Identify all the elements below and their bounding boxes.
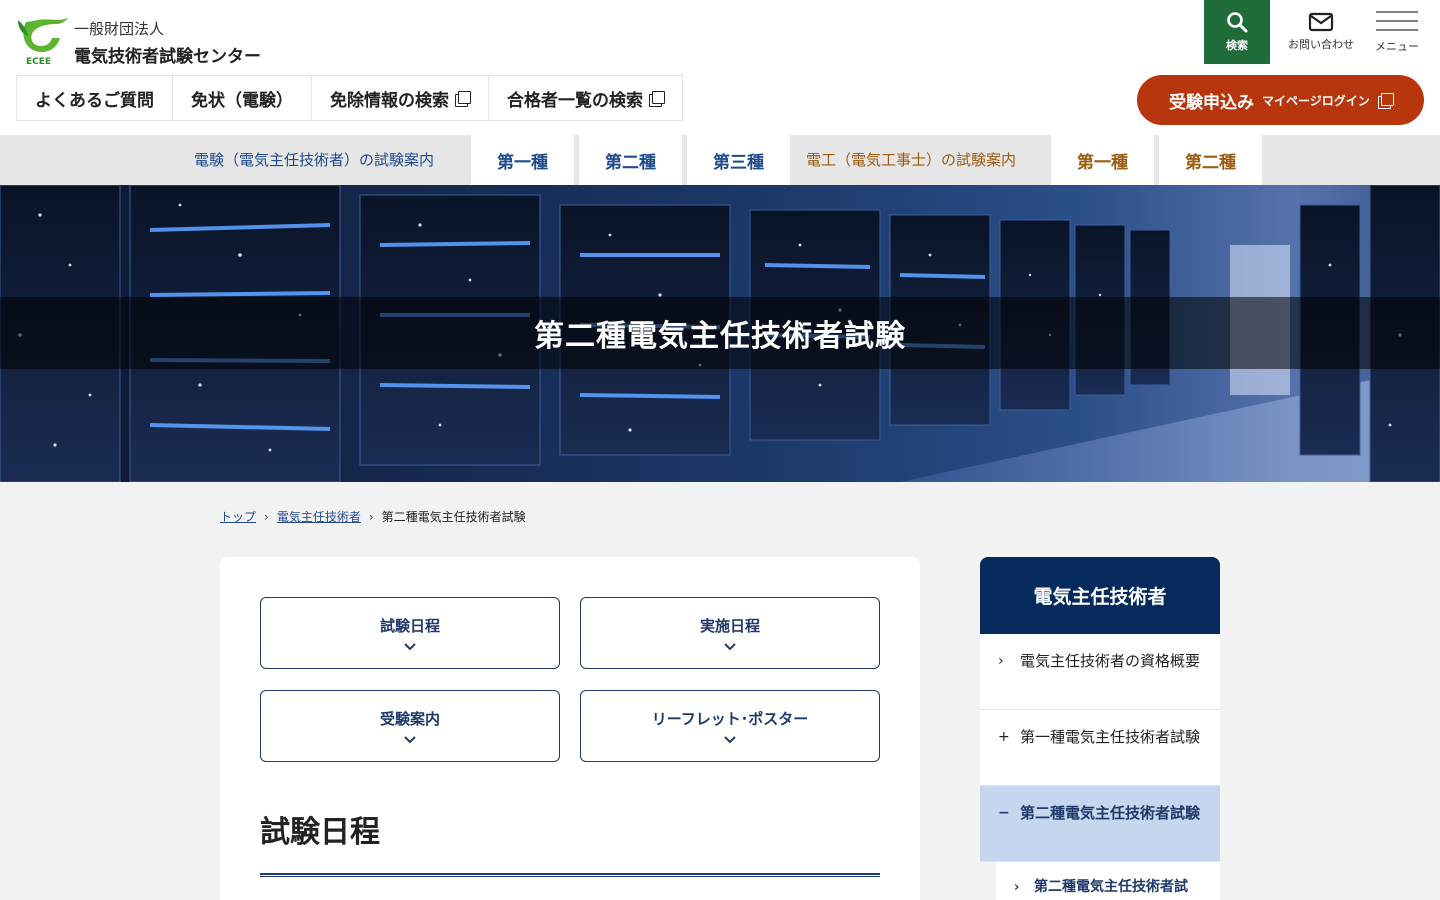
- nav-license-label: 免状（電験）: [191, 90, 293, 111]
- menu-button[interactable]: メニュー: [1368, 0, 1426, 64]
- anchor-exam-guide[interactable]: 受験案内: [260, 690, 560, 762]
- sidebar-item-label: 電気主任技術者の資格概要: [1020, 652, 1201, 670]
- denko-guide-link[interactable]: 電工（電気工事士）の試験案内: [806, 135, 1016, 185]
- nav-passers-search[interactable]: 合格者一覧の検索: [489, 76, 682, 120]
- apply-main-label: 受験申込み: [1169, 92, 1254, 113]
- tab-denken-3[interactable]: 第三種: [687, 135, 790, 185]
- contact-label: お問い合わせ: [1288, 38, 1354, 51]
- sidebar-item-second-class[interactable]: − 第二種電気主任技術者試験: [980, 786, 1220, 862]
- mail-icon: [1308, 12, 1334, 32]
- denken-guide-link[interactable]: 電験（電気主任技術者）の試験案内: [194, 135, 434, 185]
- nav-faq-label: よくあるご質問: [35, 90, 154, 111]
- anchor-label: リーフレット･ポスター: [651, 710, 809, 728]
- chevron-right-icon: ›: [1014, 880, 1020, 895]
- external-link-icon: [649, 90, 665, 107]
- hamburger-menu-icon: [1376, 11, 1418, 31]
- chevron-down-icon: [404, 643, 416, 651]
- breadcrumb: トップ › 電気主任技術者 › 第二種電気主任技術者試験: [220, 508, 526, 525]
- org-name[interactable]: 電気技術者試験センター: [74, 42, 261, 67]
- breadcrumb-parent[interactable]: 電気主任技術者: [277, 508, 361, 525]
- page-title: 第二種電気主任技術者試験: [534, 319, 906, 354]
- apply-mypage-button[interactable]: 受験申込み マイページログイン: [1137, 75, 1424, 125]
- sidebar-subitem-second-class-exam[interactable]: › 第二種電気主任技術者試: [996, 862, 1220, 900]
- contact-button[interactable]: お問い合わせ: [1282, 0, 1360, 64]
- nav-exemption-search-label: 免除情報の検索: [330, 90, 449, 111]
- section-divider: [260, 873, 880, 877]
- tab-denken-1[interactable]: 第一種: [471, 135, 574, 185]
- search-label: 検索: [1226, 39, 1248, 52]
- anchor-label: 受験案内: [379, 710, 440, 728]
- sidebar-title[interactable]: 電気主任技術者: [980, 557, 1220, 634]
- tab-denko-1[interactable]: 第一種: [1051, 135, 1154, 185]
- nav-passers-search-label: 合格者一覧の検索: [507, 90, 643, 111]
- apply-sub-label: マイページログイン: [1262, 93, 1370, 108]
- breadcrumb-top[interactable]: トップ: [220, 508, 256, 525]
- nav-exemption-search[interactable]: 免除情報の検索: [312, 76, 489, 120]
- chevron-down-icon: [404, 736, 416, 744]
- org-subtitle: 一般財団法人: [74, 20, 165, 38]
- chevron-right-icon: ›: [264, 509, 269, 524]
- sidebar-subitem-label: 第二種電気主任技術者試: [1034, 879, 1188, 895]
- tab-denko-2[interactable]: 第二種: [1159, 135, 1262, 185]
- external-link-icon: [455, 90, 471, 107]
- top-navigation: よくあるご質問 免状（電験） 免除情報の検索 合格者一覧の検索: [16, 75, 683, 121]
- chevron-right-icon: ›: [998, 653, 1004, 669]
- sidebar-item-label: 第二種電気主任技術者試験: [1020, 804, 1201, 822]
- sidebar-item-overview[interactable]: › 電気主任技術者の資格概要: [980, 634, 1220, 710]
- plus-icon: +: [998, 729, 1010, 745]
- anchor-label: 実施日程: [699, 617, 760, 635]
- external-link-icon: [1377, 92, 1394, 109]
- breadcrumb-current: 第二種電気主任技術者試験: [381, 510, 526, 524]
- chevron-right-icon: ›: [368, 509, 374, 524]
- search-icon: [1227, 12, 1248, 33]
- hero-banner: 第二種電気主任技術者試験: [0, 185, 1440, 482]
- hero-title-band: 第二種電気主任技術者試験: [0, 297, 1440, 369]
- section-title: 試験日程: [260, 815, 380, 850]
- search-button[interactable]: 検索: [1204, 0, 1270, 64]
- menu-label: メニュー: [1375, 40, 1419, 53]
- tab-denken-2[interactable]: 第二種: [579, 135, 682, 185]
- anchor-label: 試験日程: [379, 617, 440, 635]
- logo-text: ECEE: [26, 57, 51, 66]
- sidebar: 電気主任技術者 › 電気主任技術者の資格概要 + 第一種電気主任技術者試験 − …: [980, 557, 1220, 900]
- minus-icon: −: [998, 805, 1010, 821]
- nav-faq[interactable]: よくあるご質問: [17, 76, 173, 120]
- main-content-card: 試験日程 実施日程 受験案内 リーフレット･ポスター 試験日程: [220, 557, 920, 900]
- anchor-leaflet-poster[interactable]: リーフレット･ポスター: [580, 690, 880, 762]
- sidebar-item-first-class[interactable]: + 第一種電気主任技術者試験: [980, 710, 1220, 786]
- site-header: ECEE 一般財団法人 電気技術者試験センター よくあるご質問 免状（電験） 免…: [0, 0, 1440, 135]
- category-navigation: 電験（電気主任技術者）の試験案内 第一種 第二種 第三種 電工（電気工事士）の試…: [0, 135, 1440, 185]
- sidebar-item-label: 第一種電気主任技術者試験: [1020, 728, 1201, 746]
- anchor-exam-schedule[interactable]: 試験日程: [260, 597, 560, 669]
- nav-license[interactable]: 免状（電験）: [173, 76, 312, 120]
- chevron-down-icon: [724, 736, 736, 744]
- anchor-implementation-schedule[interactable]: 実施日程: [580, 597, 880, 669]
- chevron-down-icon: [724, 643, 736, 651]
- ecee-logo-icon[interactable]: ECEE: [16, 16, 70, 66]
